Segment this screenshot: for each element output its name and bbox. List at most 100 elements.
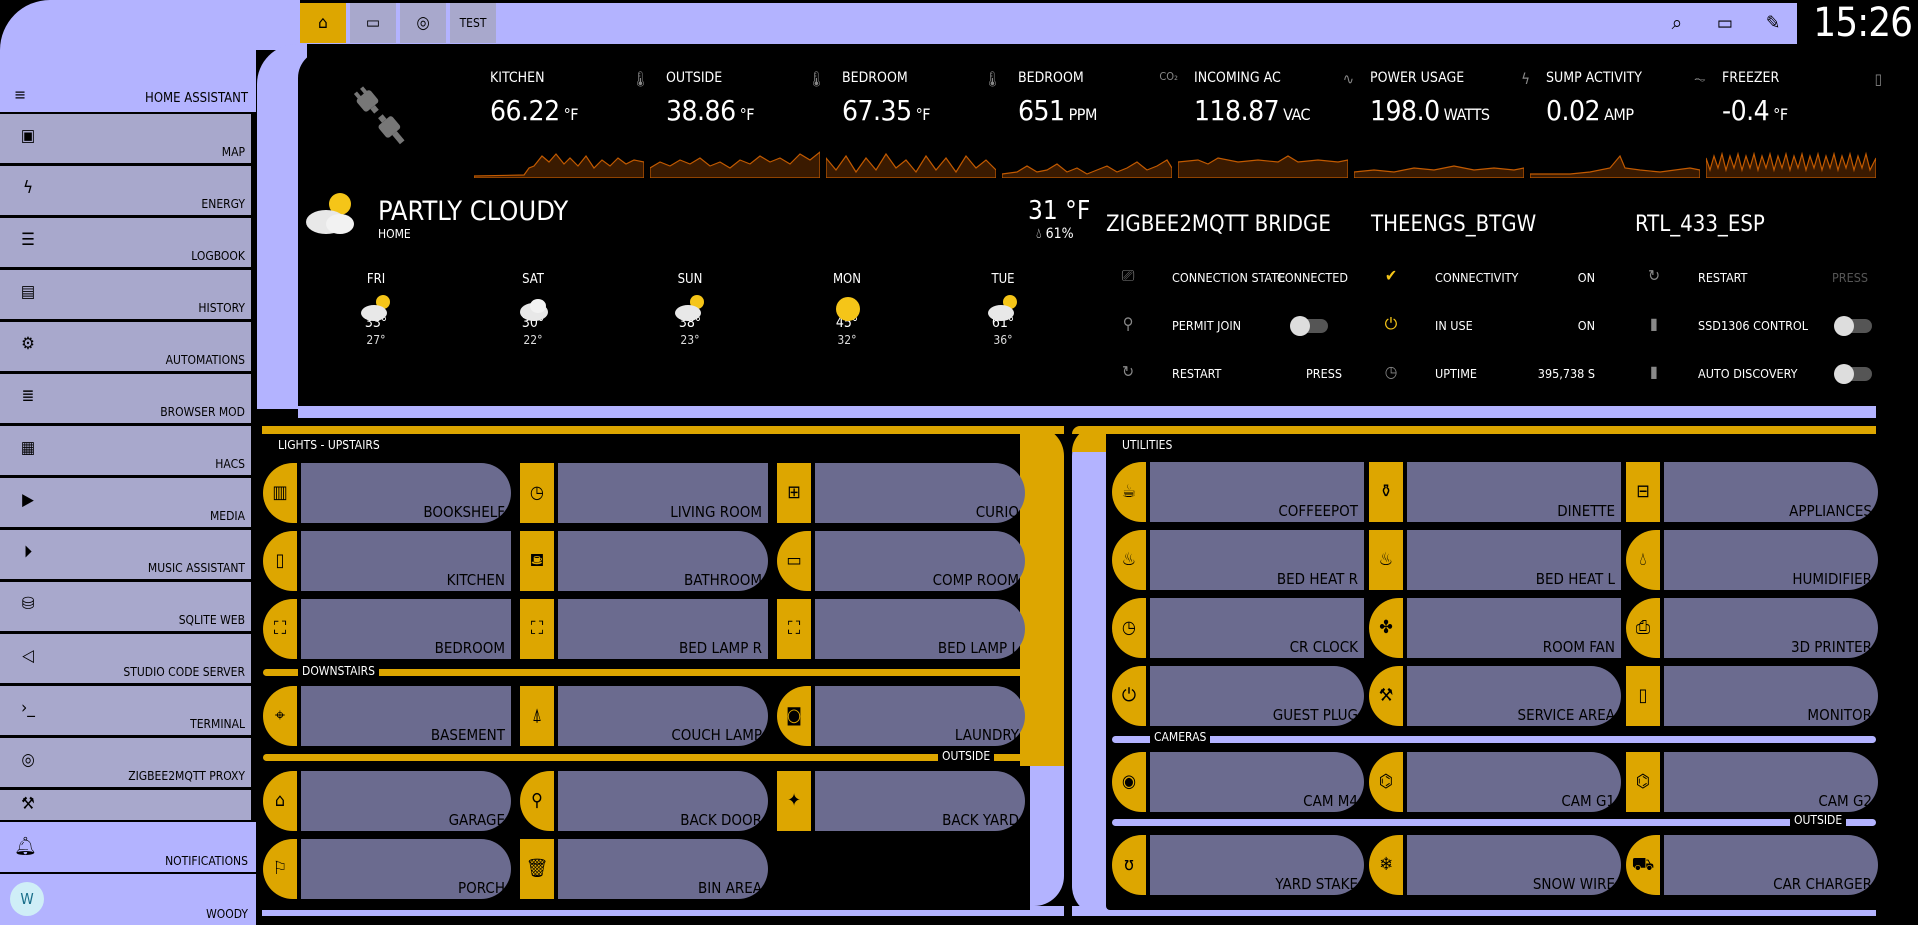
forecast-sat: SAT 30° 22°: [498, 272, 568, 347]
tab-test[interactable]: TEST: [450, 3, 496, 43]
bed-icon: ⛶: [263, 599, 297, 659]
utility-appliances[interactable]: ⊟ APPLIANCES: [1626, 462, 1878, 522]
light-bin-area[interactable]: 🗑︎ BIN AREA: [520, 839, 768, 899]
light-bed-lamp-l[interactable]: ⛶ BED LAMP L: [777, 599, 1025, 659]
restart-icon: ↻: [1121, 362, 1135, 381]
partly-cloudy-icon: [361, 295, 390, 321]
light-porch[interactable]: ⚐ PORCH: [263, 839, 511, 899]
utility-bed-heat-r[interactable]: ♨ BED HEAT R: [1112, 530, 1364, 590]
tab-radar[interactable]: ◎: [400, 3, 446, 43]
sidebar-item-studio-code-server[interactable]: ◁ STUDIO CODE SERVER: [0, 634, 251, 683]
partly-cloudy-icon: [306, 193, 354, 234]
search-icon[interactable]: ⌕: [1662, 8, 1692, 38]
desk-icon: ▭: [777, 531, 811, 591]
sidebar-item-media[interactable]: ▶ MEDIA: [0, 478, 251, 527]
sidebar-item-zigbee2mqtt-proxy[interactable]: ◎ ZIGBEE2MQTT PROXY: [0, 738, 251, 787]
ssd1306-toggle[interactable]: [1834, 316, 1872, 336]
utility-snow-wire[interactable]: ❄ SNOW WIRE: [1369, 835, 1621, 895]
menu-collapse-icon[interactable]: ≡: [14, 85, 26, 104]
utility-guest-plug[interactable]: ⏻ GUEST PLUG: [1112, 666, 1364, 726]
tab-cast[interactable]: ▭: [350, 3, 396, 43]
edit-icon[interactable]: ✎: [1758, 8, 1788, 38]
utility-dinette[interactable]: ⚱ DINETTE: [1369, 462, 1621, 522]
camera-m4[interactable]: ◉ CAM M4: [1112, 752, 1364, 812]
light-laundry[interactable]: ◙ LAUNDRY: [777, 686, 1025, 746]
lights-bottom-inner: [262, 906, 1030, 910]
sidebar-user[interactable]: W WOODY: [0, 874, 256, 925]
sparkline-power: [1354, 165, 1524, 178]
utility-bed-heat-l[interactable]: ♨ BED HEAT L: [1369, 530, 1621, 590]
light-comp-room[interactable]: ▭ COMP ROOM: [777, 531, 1025, 591]
sidebar-item-history[interactable]: ▤ HISTORY: [0, 270, 251, 319]
bell-icon: 🔔︎: [14, 836, 37, 857]
camera-g2[interactable]: ⌬ CAM G2: [1626, 752, 1878, 812]
utility-coffeepot[interactable]: ☕︎ COFFEEPOT: [1112, 462, 1364, 522]
light-basement[interactable]: ⌖ BASEMENT: [263, 686, 511, 746]
sensor-kitchen-temp[interactable]: KITCHEN 🌡︎ 66.22 °F: [474, 66, 660, 178]
thermometer-icon: 🌡︎: [806, 70, 826, 88]
light-back-door[interactable]: ⚲ BACK DOOR: [520, 771, 768, 831]
sensor-sump-activity[interactable]: SUMP ACTIVITY ⏦ 0.02 AMP: [1530, 66, 1716, 178]
light-bedroom[interactable]: ⛶ BEDROOM: [263, 599, 511, 659]
utility-yard-stake[interactable]: ʊ YARD STAKE: [1112, 835, 1364, 895]
sidebar-item-automations[interactable]: ⚙ AUTOMATIONS: [0, 322, 251, 371]
camera-g1[interactable]: ⌬ CAM G1: [1369, 752, 1621, 812]
sidebar-item-logbook[interactable]: ☰ LOGBOOK: [0, 218, 251, 267]
chart-box-icon: ▤: [20, 282, 36, 302]
light-garage[interactable]: ⌂ GARAGE: [263, 771, 511, 831]
light-back-yard[interactable]: ✦ BACK YARD: [777, 771, 1025, 831]
light-kitchen[interactable]: ▯ KITCHEN: [263, 531, 511, 591]
light-living-room[interactable]: ◷ LIVING ROOM: [520, 463, 768, 523]
sidebar-item-map[interactable]: ▣ MAP: [0, 114, 251, 163]
light-couch-lamp[interactable]: ⍋ COUCH LAMP: [520, 686, 768, 746]
list-icon: ☰: [21, 230, 35, 250]
rtl-restart-press-button[interactable]: PRESS: [1802, 270, 1868, 285]
sidebar-item-energy[interactable]: ϟ ENERGY: [0, 166, 251, 215]
sensor-outside-temp[interactable]: OUTSIDE 🌡︎ 38.86 °F: [650, 66, 836, 178]
assist-icon[interactable]: ▭: [1710, 8, 1740, 38]
cast-icon: ▭: [365, 13, 381, 33]
forecast-tue: TUE 61° 36°: [968, 272, 1038, 347]
sensor-bedroom-co2[interactable]: BEDROOM CO₂ 651 PPM: [1002, 66, 1188, 178]
utility-service-area[interactable]: ⚒ SERVICE AREA: [1369, 666, 1621, 726]
sidebar-item-sqlite-web[interactable]: ⛁ SQLITE WEB: [0, 582, 251, 631]
bridge-row-connection-state: ⎚ CONNECTION STATE CONNECTED: [1116, 266, 1356, 290]
bridge-title-theengs: THEENGS_BTGW: [1371, 212, 1537, 237]
lightning-icon: ϟ: [22, 178, 34, 198]
light-bed-lamp-r[interactable]: ⛶ BED LAMP R: [520, 599, 768, 659]
light-bookshelf[interactable]: ▥ BOOKSHELF: [263, 463, 511, 523]
sidebar-item-terminal[interactable]: ›_ TERMINAL: [0, 686, 251, 735]
light-bathroom[interactable]: ⛾ BATHROOM: [520, 531, 768, 591]
sidebar-item-hacs[interactable]: ▦ HACS: [0, 426, 251, 475]
wifi-lock-icon: ⚲: [1122, 314, 1134, 333]
utility-cr-clock[interactable]: ◷ CR CLOCK: [1112, 598, 1364, 658]
sensor-freezer[interactable]: FREEZER ▯ -0.4 °F: [1706, 66, 1892, 178]
utility-monitor[interactable]: ▯ MONITOR: [1626, 666, 1878, 726]
console-icon: ›_: [21, 698, 35, 718]
sensor-incoming-ac[interactable]: INCOMING AC ∿ 118.87 VAC: [1178, 66, 1364, 178]
user-name: WOODY: [206, 907, 248, 921]
sidebar-header: ≡ HOME ASSISTANT: [0, 50, 256, 112]
outdoor-lamp-icon: ⚲: [520, 771, 554, 831]
light-curio[interactable]: ⊞ CURIO: [777, 463, 1025, 523]
utility-humidifier[interactable]: 💧︎ HUMIDIFIER: [1626, 530, 1878, 590]
sensor-bedroom-temp[interactable]: BEDROOM 🌡︎ 67.35 °F: [826, 66, 1012, 178]
restart-press-button[interactable]: PRESS: [1276, 366, 1342, 381]
permit-join-toggle[interactable]: [1290, 316, 1328, 336]
gamepad-icon: ⌖: [263, 686, 297, 746]
sidebar-item-browser-mod[interactable]: ≣ BROWSER MOD: [0, 374, 251, 423]
server-icon: ≣: [21, 386, 35, 406]
sensor-power-usage[interactable]: POWER USAGE ϟ 198.0 WATTS: [1354, 66, 1540, 178]
sparkline-sump: [1530, 154, 1700, 178]
tab-home[interactable]: ⌂: [300, 3, 346, 43]
sidebar-item-music-assistant[interactable]: ⏵ MUSIC ASSISTANT: [0, 530, 251, 579]
sidebar-item-developer-tools[interactable]: ⚒: [0, 790, 251, 820]
auto-discovery-toggle[interactable]: [1834, 364, 1872, 384]
utility-room-fan[interactable]: ✤ ROOM FAN: [1369, 598, 1621, 658]
sidebar-notifications[interactable]: 🔔︎ NOTIFICATIONS: [0, 822, 256, 872]
utility-car-charger[interactable]: ⛟ CAR CHARGER: [1626, 835, 1878, 895]
bathtub-icon: ⛾: [520, 531, 554, 591]
outside-label: OUTSIDE: [938, 749, 995, 763]
lights-lower-right-frame: [1030, 766, 1064, 906]
utility-3d-printer[interactable]: ⎙ 3D PRINTER: [1626, 598, 1878, 658]
